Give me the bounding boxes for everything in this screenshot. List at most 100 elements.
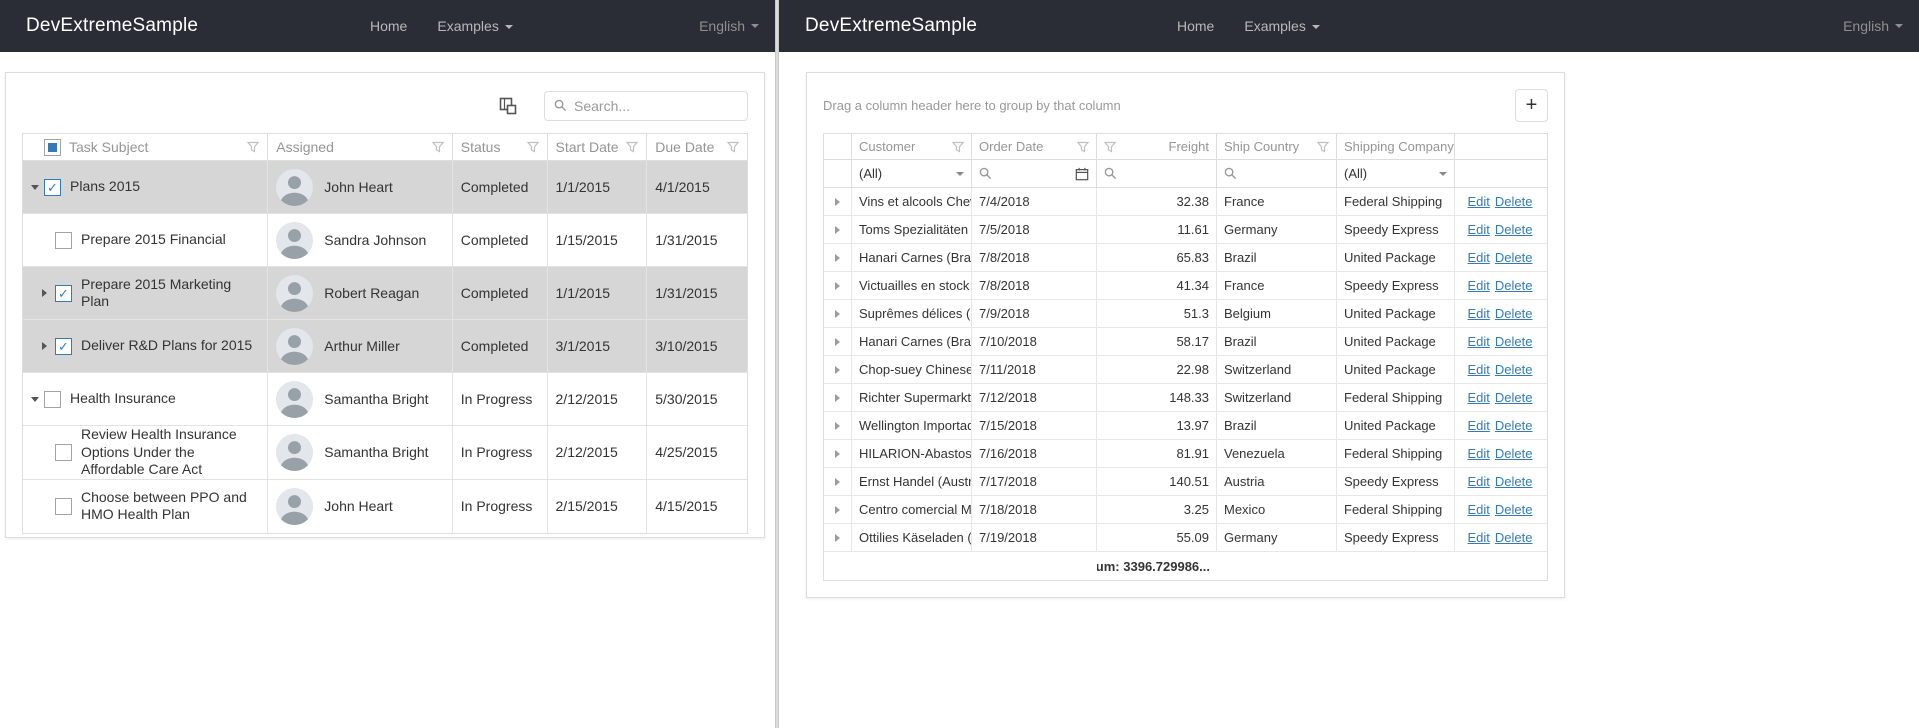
freight-filter[interactable]	[1097, 160, 1217, 187]
edit-link[interactable]: Edit	[1468, 474, 1490, 489]
nav-home[interactable]: Home	[370, 18, 407, 34]
edit-link[interactable]: Edit	[1468, 446, 1490, 461]
filter-icon[interactable]	[626, 141, 638, 153]
table-row[interactable]: Prepare 2015 Financial Sandra Johnson Co…	[23, 214, 747, 267]
edit-link[interactable]: Edit	[1468, 390, 1490, 405]
expand-icon[interactable]	[42, 342, 55, 350]
table-row[interactable]: HILARION-Abastos (... 7/16/2018 81.91 Ve…	[824, 440, 1547, 468]
table-row[interactable]: Hanari Carnes (Brazil... 7/10/2018 58.17…	[824, 328, 1547, 356]
expand-cell[interactable]	[824, 384, 852, 411]
expand-cell[interactable]	[824, 524, 852, 551]
edit-link[interactable]: Edit	[1468, 502, 1490, 517]
delete-link[interactable]: Delete	[1495, 194, 1533, 209]
ship-country-filter[interactable]	[1217, 160, 1337, 187]
delete-link[interactable]: Delete	[1495, 418, 1533, 433]
table-row[interactable]: Wellington Importad... 7/15/2018 13.97 B…	[824, 412, 1547, 440]
table-row[interactable]: Suprêmes délices (B... 7/9/2018 51.3 Bel…	[824, 300, 1547, 328]
delete-link[interactable]: Delete	[1495, 278, 1533, 293]
expand-cell[interactable]	[824, 328, 852, 355]
filter-icon[interactable]	[1104, 141, 1116, 153]
search-input[interactable]	[544, 91, 748, 121]
edit-link[interactable]: Edit	[1468, 530, 1490, 545]
column-chooser-button[interactable]	[491, 89, 524, 122]
group-panel[interactable]: Drag a column header here to group by th…	[823, 98, 1121, 113]
table-row[interactable]: Hanari Carnes (Brazil... 7/8/2018 65.83 …	[824, 244, 1547, 272]
row-checkbox[interactable]	[44, 391, 61, 408]
edit-link[interactable]: Edit	[1468, 418, 1490, 433]
delete-link[interactable]: Delete	[1495, 474, 1533, 489]
expand-icon[interactable]	[31, 397, 44, 402]
nav-home[interactable]: Home	[1177, 18, 1214, 34]
column-header-task-subject[interactable]: Task Subject	[23, 134, 268, 160]
edit-link[interactable]: Edit	[1468, 222, 1490, 237]
table-row[interactable]: Victuailles en stock (... 7/8/2018 41.34…	[824, 272, 1547, 300]
column-header-shipping-company[interactable]: Shipping Company	[1337, 134, 1455, 159]
edit-link[interactable]: Edit	[1468, 194, 1490, 209]
customer-filter-select[interactable]: (All)	[852, 160, 972, 187]
table-row[interactable]: Health Insurance Samantha Bright In Prog…	[23, 373, 747, 426]
expand-cell[interactable]	[824, 468, 852, 495]
delete-link[interactable]: Delete	[1495, 446, 1533, 461]
expand-cell[interactable]	[824, 412, 852, 439]
search-field[interactable]	[574, 98, 738, 114]
table-row[interactable]: Ottilies Käseladen (G... 7/19/2018 55.09…	[824, 524, 1547, 552]
language-selector[interactable]: English	[1843, 0, 1903, 52]
calendar-icon[interactable]	[1075, 167, 1089, 181]
edit-link[interactable]: Edit	[1468, 334, 1490, 349]
expand-cell[interactable]	[824, 496, 852, 523]
row-checkbox[interactable]	[55, 232, 72, 249]
expand-cell[interactable]	[824, 216, 852, 243]
table-row[interactable]: Plans 2015 John Heart Completed 1/1/2015…	[23, 161, 747, 214]
edit-link[interactable]: Edit	[1468, 306, 1490, 321]
expand-cell[interactable]	[824, 244, 852, 271]
expand-icon[interactable]	[835, 422, 840, 430]
column-header-status[interactable]: Status	[453, 134, 548, 160]
nav-examples[interactable]: Examples	[1244, 18, 1319, 34]
delete-link[interactable]: Delete	[1495, 334, 1533, 349]
expand-icon[interactable]	[835, 534, 840, 542]
shipping-company-filter-select[interactable]: (All)	[1337, 160, 1455, 187]
delete-link[interactable]: Delete	[1495, 306, 1533, 321]
expand-icon[interactable]	[835, 366, 840, 374]
nav-examples[interactable]: Examples	[437, 18, 512, 34]
edit-link[interactable]: Edit	[1468, 362, 1490, 377]
table-row[interactable]: Deliver R&D Plans for 2015 Arthur Miller…	[23, 320, 747, 373]
delete-link[interactable]: Delete	[1495, 502, 1533, 517]
filter-icon[interactable]	[1077, 141, 1089, 153]
table-row[interactable]: Centro comercial M... 7/18/2018 3.25 Mex…	[824, 496, 1547, 524]
expand-icon[interactable]	[835, 254, 840, 262]
add-row-button[interactable]: +	[1515, 89, 1548, 122]
filter-icon[interactable]	[727, 141, 739, 153]
filter-icon[interactable]	[952, 141, 964, 153]
row-checkbox[interactable]	[55, 338, 72, 355]
expand-icon[interactable]	[835, 450, 840, 458]
expand-icon[interactable]	[835, 478, 840, 486]
row-checkbox[interactable]	[44, 179, 61, 196]
expand-icon[interactable]	[835, 338, 840, 346]
expand-icon[interactable]	[835, 198, 840, 206]
column-header-freight[interactable]: Freight	[1097, 134, 1217, 159]
row-checkbox[interactable]	[55, 498, 72, 515]
order-date-filter[interactable]	[972, 160, 1097, 187]
column-header-start-date[interactable]: Start Date	[548, 134, 648, 160]
select-all-checkbox[interactable]	[44, 139, 61, 156]
table-row[interactable]: Ernst Handel (Austri... 7/17/2018 140.51…	[824, 468, 1547, 496]
column-header-order-date[interactable]: Order Date	[972, 134, 1097, 159]
expand-icon[interactable]	[835, 394, 840, 402]
filter-icon[interactable]	[247, 141, 259, 153]
edit-link[interactable]: Edit	[1468, 250, 1490, 265]
table-row[interactable]: Prepare 2015 Marketing Plan Robert Reaga…	[23, 267, 747, 320]
table-row[interactable]: Toms Spezialitäten (... 7/5/2018 11.61 G…	[824, 216, 1547, 244]
row-checkbox[interactable]	[55, 285, 72, 302]
expand-cell[interactable]	[824, 300, 852, 327]
column-header-due-date[interactable]: Due Date	[647, 134, 747, 160]
delete-link[interactable]: Delete	[1495, 250, 1533, 265]
table-row[interactable]: Review Health Insurance Options Under th…	[23, 426, 747, 480]
expand-icon[interactable]	[835, 282, 840, 290]
expand-icon[interactable]	[42, 289, 55, 297]
delete-link[interactable]: Delete	[1495, 530, 1533, 545]
filter-icon[interactable]	[432, 141, 444, 153]
filter-icon[interactable]	[1317, 141, 1329, 153]
delete-link[interactable]: Delete	[1495, 390, 1533, 405]
column-header-ship-country[interactable]: Ship Country	[1217, 134, 1337, 159]
